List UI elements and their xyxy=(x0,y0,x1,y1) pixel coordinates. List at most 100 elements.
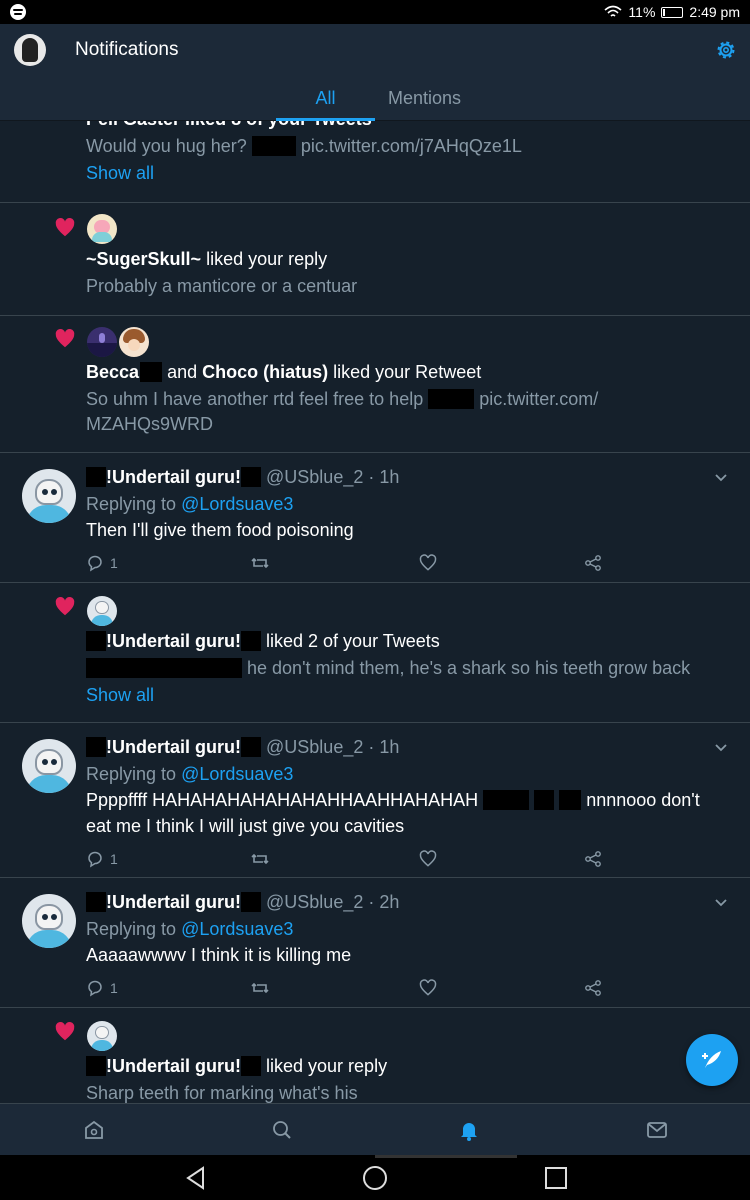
messages-icon[interactable] xyxy=(645,1118,669,1142)
clock: 2:49 pm xyxy=(689,4,740,20)
replying-to: Replying to @Lordsuave3 xyxy=(86,764,293,785)
tab-mentions[interactable]: Mentions xyxy=(375,76,474,121)
tweet-link[interactable]: pic.twitter.com/j7AHqQze1L xyxy=(301,136,522,156)
list-item[interactable]: Pell Gaster liked 8 of your Tweets Would… xyxy=(0,121,750,203)
share-icon[interactable] xyxy=(584,552,602,574)
chevron-down-icon[interactable] xyxy=(714,896,728,910)
like-icon[interactable] xyxy=(418,977,438,999)
show-all-link[interactable]: Show all xyxy=(86,685,154,706)
replying-label: Replying to xyxy=(86,919,177,939)
avatar[interactable] xyxy=(87,596,117,626)
avatar[interactable] xyxy=(87,327,117,357)
status-bar: 11% 2:49 pm xyxy=(0,0,750,24)
home-circle-icon[interactable] xyxy=(362,1165,388,1191)
heart-icon xyxy=(55,218,75,237)
reply-icon xyxy=(88,851,102,868)
like-icon[interactable] xyxy=(418,552,438,574)
username[interactable]: ~SugerSkull~ xyxy=(86,249,201,269)
chevron-down-icon[interactable] xyxy=(714,741,728,755)
notification-action: liked your Retweet xyxy=(333,362,482,382)
show-all-link[interactable]: Show all xyxy=(86,163,154,184)
replying-to: Replying to @Lordsuave3 xyxy=(86,494,293,515)
recents-icon[interactable] xyxy=(543,1165,569,1191)
list-item[interactable]: !Undertail guru! liked 2 of your Tweets … xyxy=(0,583,750,723)
list-item[interactable]: ~SugerSkull~ liked your reply Probably a… xyxy=(0,203,750,316)
tweet-text: Sharp teeth for marking what's his xyxy=(86,1083,358,1103)
avatar[interactable] xyxy=(119,327,149,357)
tweet-link[interactable]: pic.twitter.com/ xyxy=(479,389,598,409)
nav-divider xyxy=(375,1155,517,1158)
mention-link[interactable]: @Lordsuave3 xyxy=(181,919,293,939)
compose-tweet-button[interactable] xyxy=(686,1034,738,1086)
username[interactable]: Becca xyxy=(86,362,139,382)
search-icon[interactable] xyxy=(270,1118,294,1142)
avatar[interactable] xyxy=(87,214,117,244)
tweet-text: he don't mind them, he's a shark so his … xyxy=(86,658,690,679)
display-name[interactable]: !Undertail guru! xyxy=(106,737,241,757)
tweet-link[interactable]: MZAHQs9WRD xyxy=(86,414,213,435)
tweet-text: Then I'll give them food poisoning xyxy=(86,520,354,540)
redaction xyxy=(428,389,475,409)
list-item[interactable]: !Undertail guru! @USblue_2 · 1h Replying… xyxy=(0,453,750,583)
tweet-text-part: nnnnooo don't xyxy=(586,790,700,810)
gear-icon[interactable] xyxy=(714,38,738,62)
display-name[interactable]: !Undertail guru! xyxy=(106,467,241,487)
tab-all[interactable]: All xyxy=(276,76,375,121)
notification-feed[interactable]: Pell Gaster liked 8 of your Tweets Would… xyxy=(0,121,750,1103)
avatar[interactable] xyxy=(87,1021,117,1051)
like-icon[interactable] xyxy=(418,848,438,870)
reply-button[interactable]: 1 xyxy=(86,977,118,999)
tweet-text-part: he don't mind them, he's a shark so his … xyxy=(247,658,691,678)
share-icon[interactable] xyxy=(584,848,602,870)
spotify-icon xyxy=(10,4,26,20)
reply-button[interactable]: 1 xyxy=(86,848,118,870)
replying-to: Replying to @Lordsuave3 xyxy=(86,919,293,940)
heart-icon xyxy=(55,597,75,616)
tweet-header: !Undertail guru! @USblue_2 · 2h xyxy=(86,892,399,913)
redaction xyxy=(241,631,261,651)
share-icon[interactable] xyxy=(584,977,602,999)
redaction xyxy=(86,892,106,912)
tweet-text: eat me I think I will just give you cavi… xyxy=(86,816,405,836)
avatar[interactable] xyxy=(14,34,46,66)
chevron-down-icon[interactable] xyxy=(714,471,728,485)
back-icon[interactable] xyxy=(183,1165,209,1191)
retweet-icon[interactable] xyxy=(250,848,270,870)
display-name[interactable]: !Undertail guru! xyxy=(106,892,241,912)
retweet-icon[interactable] xyxy=(250,552,270,574)
list-item[interactable]: !Undertail guru! liked your reply Sharp … xyxy=(0,1008,750,1103)
notification-action: liked your reply xyxy=(206,249,328,269)
redaction xyxy=(86,467,106,487)
avatar[interactable] xyxy=(22,739,76,793)
mention-link[interactable]: @Lordsuave3 xyxy=(181,764,293,784)
redaction xyxy=(140,362,163,382)
status-right: 11% 2:49 pm xyxy=(604,4,740,20)
list-item[interactable]: Becca and Choco (hiatus) liked your Retw… xyxy=(0,316,750,453)
battery-percent: 11% xyxy=(628,4,656,20)
replying-label: Replying to xyxy=(86,494,177,514)
redaction xyxy=(483,790,530,810)
list-item[interactable]: !Undertail guru! @USblue_2 · 1h Replying… xyxy=(0,723,750,878)
username[interactable]: !Undertail guru! xyxy=(106,631,241,651)
avatar[interactable] xyxy=(22,469,76,523)
list-item[interactable]: !Undertail guru! @USblue_2 · 2h Replying… xyxy=(0,878,750,1008)
reply-button[interactable]: 1 xyxy=(86,552,118,574)
page-title: Notifications xyxy=(75,39,179,60)
tweet-actions: 1 xyxy=(86,977,606,999)
tweet-text: Would you hug her? pic.twitter.com/j7AHq… xyxy=(86,136,522,157)
redaction xyxy=(86,658,242,678)
redaction xyxy=(86,737,106,757)
notification-header: Becca and Choco (hiatus) liked your Retw… xyxy=(86,362,481,383)
username[interactable]: !Undertail guru! xyxy=(106,1056,241,1076)
notifications-bell-icon[interactable] xyxy=(457,1118,481,1142)
username[interactable]: Choco (hiatus) xyxy=(202,362,328,382)
mention-link[interactable]: @Lordsuave3 xyxy=(181,494,293,514)
avatar[interactable] xyxy=(22,894,76,948)
tweet-header: !Undertail guru! @USblue_2 · 1h xyxy=(86,737,399,758)
tweet-header: !Undertail guru! @USblue_2 · 1h xyxy=(86,467,399,488)
app-header: Notifications xyxy=(0,24,750,76)
tweet-text: Ppppffff HAHAHAHAHAHAHAHHAAHHAHAHAH nnnn… xyxy=(86,790,700,811)
retweet-icon[interactable] xyxy=(250,977,270,999)
home-icon[interactable] xyxy=(82,1118,106,1142)
handle-time: @USblue_2 · 1h xyxy=(266,737,400,757)
